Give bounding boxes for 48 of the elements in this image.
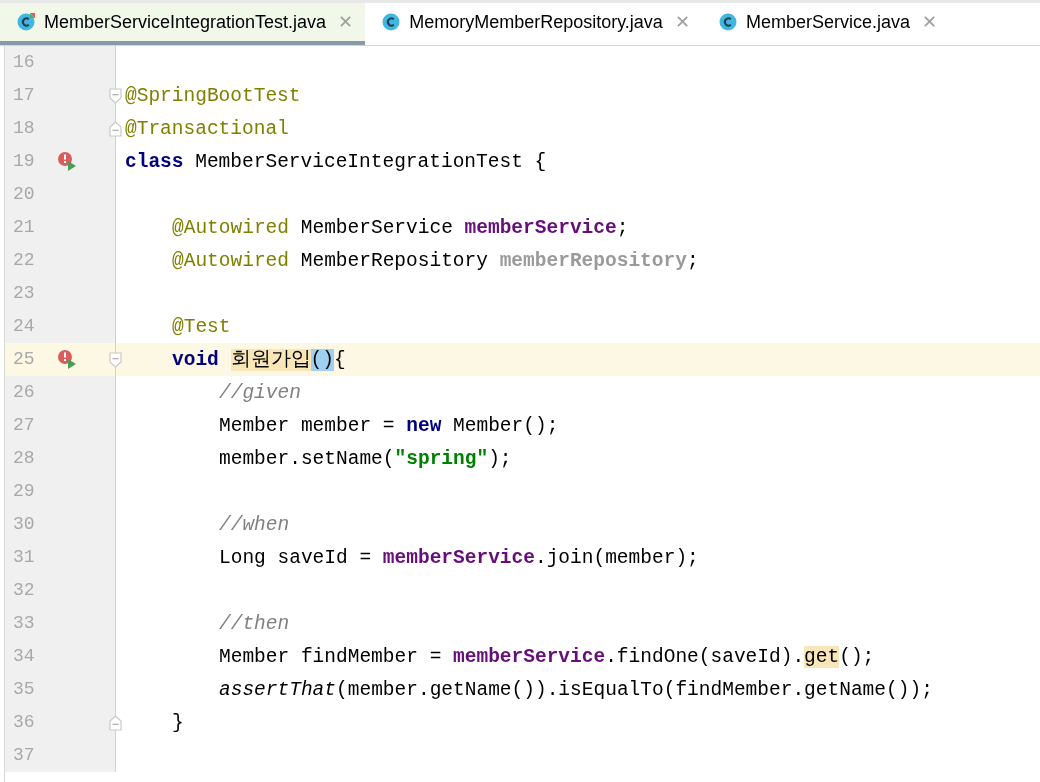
fold-end-icon[interactable] <box>109 120 122 137</box>
code-line: Member member = new Member(); <box>218 413 559 439</box>
code-line: //when <box>218 512 290 538</box>
line-number: 23 <box>12 282 36 305</box>
line-number: 22 <box>12 249 36 272</box>
line-number: 30 <box>12 513 36 536</box>
code-line: @Autowired MemberService memberService; <box>171 215 629 241</box>
code-line: Member findMember = memberService.findOne(saveId).get(); <box>218 644 875 670</box>
code-line: @Transactional <box>124 116 289 142</box>
tab-label: MemberService.java <box>745 10 910 34</box>
line-number: 16 <box>12 51 36 74</box>
code-line: @SpringBootTest <box>124 83 301 109</box>
class-file-icon <box>381 12 402 32</box>
line-number: 32 <box>12 579 36 602</box>
line-number: 29 <box>12 480 36 503</box>
line-number: 18 <box>12 117 36 140</box>
class-file-icon <box>16 12 36 32</box>
line-number: 25 <box>12 348 36 371</box>
class-file-icon <box>717 12 738 32</box>
line-number: 17 <box>12 84 36 107</box>
code-line: } <box>171 710 184 736</box>
line-number: 34 <box>12 645 36 668</box>
line-number: 33 <box>12 612 36 635</box>
line-number: 20 <box>12 183 36 206</box>
code-line: assertThat(member.getName()).isEqualTo(findMember.getName()); <box>218 677 933 703</box>
line-number: 37 <box>12 744 36 767</box>
code-line: Long saveId = memberService.join(member); <box>218 545 699 571</box>
fold-marker-icon[interactable] <box>109 351 122 368</box>
tab-label: MemoryMemberRepository.java <box>409 10 663 34</box>
line-number: 26 <box>12 381 36 404</box>
fold-end-icon[interactable] <box>109 714 122 731</box>
line-number: 21 <box>12 216 36 239</box>
code-line: member.setName("spring"); <box>218 446 512 472</box>
tab-label: MemberServiceIntegrationTest.java <box>44 10 327 34</box>
code-line: @Autowired MemberRepository memberRepository; <box>171 248 699 274</box>
line-number: 19 <box>12 150 36 173</box>
code-line: //then <box>218 611 290 637</box>
editor-tab[interactable]: MemberServiceIntegrationTest.java ✕ <box>0 3 366 45</box>
code-line: @Test <box>171 314 231 340</box>
line-number: 27 <box>12 414 36 437</box>
line-number: 35 <box>12 678 36 701</box>
code-line: //given <box>218 380 301 406</box>
line-number: 36 <box>12 711 36 734</box>
line-number: 24 <box>12 315 36 338</box>
line-number: 31 <box>12 546 36 569</box>
line-number: 28 <box>12 447 36 470</box>
fold-marker-icon[interactable] <box>109 87 122 104</box>
code-line: class MemberServiceIntegrationTest { <box>124 149 547 175</box>
